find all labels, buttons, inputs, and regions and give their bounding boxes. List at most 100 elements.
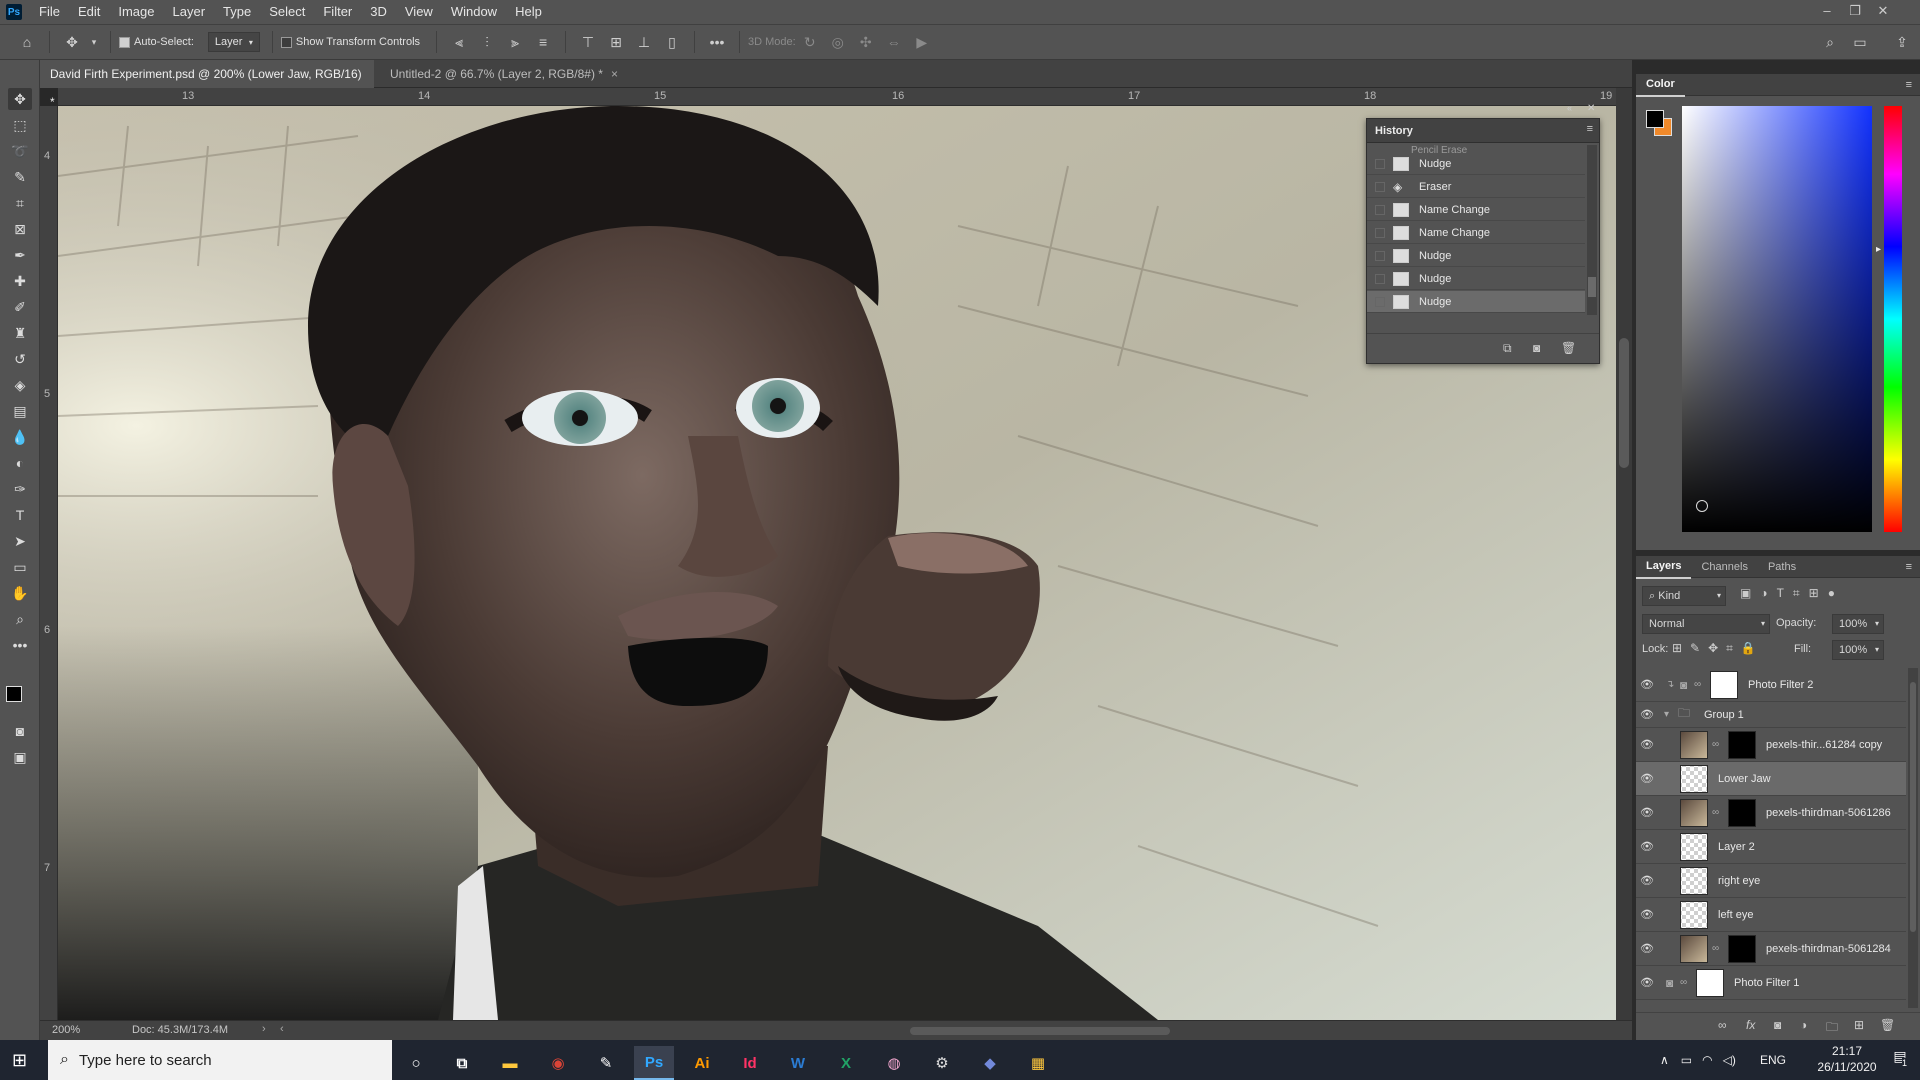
menu-help[interactable]: Help (506, 0, 551, 24)
layer-mask-thumbnail[interactable] (1696, 968, 1724, 997)
layer-thumbnail[interactable] (1680, 798, 1708, 827)
menu-image[interactable]: Image (109, 0, 163, 24)
layers-scrollbar[interactable] (1908, 668, 1918, 1008)
eyedropper-tool-icon[interactable]: ✒ (8, 244, 32, 266)
auto-select-dropdown[interactable]: Layer ▾ (207, 32, 260, 52)
blur-tool-icon[interactable]: 💧 (8, 426, 32, 448)
workspace-icon[interactable]: ▭ (1849, 31, 1871, 53)
history-snapshot-checkbox[interactable] (1375, 181, 1385, 192)
layer-group-row[interactable]: 👁 ▾ 🗀 Group 1 (1636, 702, 1906, 728)
windows-start-icon[interactable]: ⊞ (12, 1049, 34, 1071)
eye-icon[interactable]: 👁 (1636, 772, 1658, 785)
restore-icon[interactable]: ❐ (1842, 0, 1868, 24)
cortana-icon[interactable]: ○ (396, 1046, 436, 1080)
chevron-right-icon[interactable]: › (262, 1023, 266, 1035)
fill-input[interactable]: 100% ▾ (1832, 640, 1884, 660)
search-icon[interactable]: ⌕ (1819, 31, 1841, 53)
minimize-icon[interactable]: – (1814, 0, 1840, 24)
eye-icon[interactable]: 👁 (1636, 708, 1658, 721)
store-icon[interactable]: ▦ (1018, 1046, 1058, 1080)
eye-icon[interactable]: 👁 (1636, 806, 1658, 819)
history-snapshot-checkbox[interactable] (1375, 204, 1385, 215)
3d-pan-icon[interactable]: ✣ (855, 31, 877, 53)
history-snapshot-checkbox[interactable] (1375, 227, 1385, 238)
layer-filter-icons[interactable]: ▣◑T⌗⊞● (1740, 586, 1844, 601)
rectangle-tool-icon[interactable]: ▭ (8, 556, 32, 578)
layer-row-selected[interactable]: 👁 Lower Jaw (1636, 762, 1906, 796)
3d-slide-icon[interactable]: ⇔ (883, 31, 905, 53)
align-right-icon[interactable]: ⫸ (504, 31, 526, 53)
align-middle-icon[interactable]: ⊞ (605, 31, 627, 53)
layer-thumbnail[interactable] (1680, 832, 1708, 861)
task-view-icon[interactable]: ⧉ (442, 1046, 482, 1080)
indesign-taskbar-icon[interactable]: Id (730, 1046, 770, 1080)
color-picker-field[interactable] (1682, 106, 1872, 532)
align-top-icon[interactable]: ⊤ (577, 31, 599, 53)
close-tab-icon[interactable]: × (611, 67, 618, 81)
layer-row[interactable]: 👁 ∞ pexels-thir...61284 copy (1636, 728, 1906, 762)
hand-tool-icon[interactable]: ✋ (8, 582, 32, 604)
distribute-vertical-icon[interactable]: ▯ (661, 31, 683, 53)
quick-select-tool-icon[interactable]: ✎ (8, 166, 32, 188)
layer-thumbnail[interactable] (1680, 934, 1708, 963)
crop-tool-icon[interactable]: ⌗ (8, 192, 32, 214)
tool-app-icon[interactable]: ⚙ (922, 1046, 962, 1080)
history-snapshot-checkbox[interactable] (1375, 296, 1385, 307)
eye-icon[interactable]: 👁 (1636, 942, 1658, 955)
layer-mask-thumbnail[interactable] (1728, 934, 1756, 963)
menu-edit[interactable]: Edit (69, 0, 109, 24)
hue-slider-handle-icon[interactable]: ▸ (1876, 244, 1881, 255)
home-icon[interactable]: ⌂ (16, 31, 38, 53)
history-scrollbar[interactable] (1587, 145, 1597, 315)
menu-select[interactable]: Select (260, 0, 314, 24)
collapse-icon[interactable]: « (1567, 103, 1572, 113)
layer-row[interactable]: 👁 right eye (1636, 864, 1906, 898)
move-tool-icon[interactable]: ✥ (8, 88, 32, 110)
history-item[interactable]: Name Change (1367, 199, 1585, 221)
menu-file[interactable]: File (30, 0, 69, 24)
layer-thumbnail[interactable] (1680, 730, 1708, 759)
more-options-icon[interactable]: ••• (706, 31, 728, 53)
menu-window[interactable]: Window (442, 0, 506, 24)
eye-icon[interactable]: 👁 (1636, 874, 1658, 887)
chrome-icon[interactable]: ◉ (538, 1046, 578, 1080)
eraser-tool-icon[interactable]: ◈ (8, 374, 32, 396)
word-taskbar-icon[interactable]: W (778, 1046, 818, 1080)
history-item[interactable]: Nudge (1367, 268, 1585, 290)
screen-mode-icon[interactable]: ▣ (8, 746, 32, 768)
history-snapshot-checkbox[interactable] (1375, 273, 1385, 284)
trash-icon[interactable]: 🗑 (1561, 341, 1576, 355)
layer-row[interactable]: 👁 ◙ ∞ Photo Filter 1 (1636, 966, 1906, 1000)
history-item[interactable]: ◈ Eraser (1367, 176, 1585, 198)
move-tool-icon[interactable]: ✥ (61, 31, 83, 53)
frame-tool-icon[interactable]: ⊠ (8, 218, 32, 240)
layer-row[interactable]: 👁 ↴ ◙ ∞ Photo Filter 2 (1636, 668, 1906, 702)
marquee-tool-icon[interactable]: ⬚ (8, 114, 32, 136)
adjustment-layer-icon[interactable]: ◑ (1800, 1018, 1807, 1032)
quick-mask-icon[interactable]: ◙ (8, 720, 32, 742)
tray-icons[interactable]: ∧ ▭ ◠ ◁) (1660, 1040, 1746, 1080)
brush-tool-icon[interactable]: ✐ (8, 296, 32, 318)
layer-row[interactable]: 👁 Layer 2 (1636, 830, 1906, 864)
notification-icon[interactable]: ▤ 1 (1888, 1048, 1912, 1072)
tab-channels[interactable]: Channels (1691, 556, 1757, 578)
show-transform-checkbox[interactable] (280, 36, 292, 48)
layer-row[interactable]: 👁 ∞ pexels-thirdman-5061286 (1636, 796, 1906, 830)
history-item-selected[interactable]: Nudge (1367, 291, 1585, 313)
zoom-level[interactable]: 200% (52, 1024, 80, 1036)
history-snapshot-checkbox[interactable] (1375, 250, 1385, 261)
layer-filter-dropdown[interactable]: ⌕ Kind ▾ (1642, 586, 1726, 606)
color-picker-cursor[interactable] (1696, 500, 1708, 512)
scroll-thumb[interactable] (1619, 338, 1629, 468)
menu-view[interactable]: View (396, 0, 442, 24)
menu-filter[interactable]: Filter (314, 0, 361, 24)
file-explorer-icon[interactable]: ▬ (490, 1046, 530, 1080)
tab-color[interactable]: Color (1636, 73, 1685, 97)
chevron-down-icon[interactable]: ▾ (89, 31, 99, 53)
zoom-tool-icon[interactable]: ⌕ (8, 608, 32, 630)
align-center-icon[interactable]: ⫶ (476, 31, 498, 53)
eye-icon[interactable]: 👁 (1636, 908, 1658, 921)
pen-app-icon[interactable]: ✎ (586, 1046, 626, 1080)
tab-david-firth-experiment[interactable]: David Firth Experiment.psd @ 200% (Lower… (40, 60, 374, 109)
taskbar-search[interactable]: ⌕ Type here to search (48, 1040, 392, 1080)
